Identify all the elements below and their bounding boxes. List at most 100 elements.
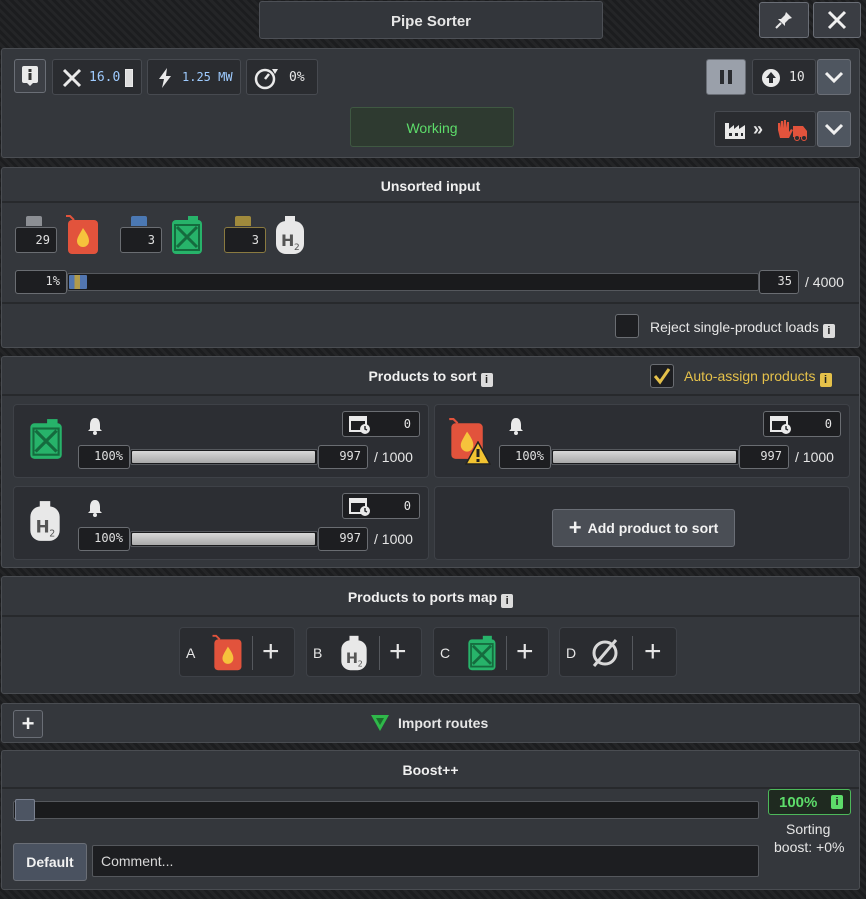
status-indicator: Working <box>350 107 514 147</box>
workers-value: 16.0 <box>89 70 121 85</box>
plus-icon[interactable]: + <box>262 636 280 668</box>
bell-icon[interactable] <box>86 416 104 436</box>
close-button[interactable] <box>813 2 861 38</box>
title-bar: Pipe Sorter <box>259 1 603 39</box>
green-can-icon <box>468 635 496 671</box>
product-card[interactable]: 0 100% 997 / 1000 <box>434 404 850 478</box>
product-capacity: / 1000 <box>374 449 413 465</box>
unsorted-fill-bar <box>67 273 759 291</box>
slot-tab-icon <box>235 216 251 226</box>
gauge-icon <box>254 68 278 90</box>
import-routes-label: Import routes <box>398 715 489 731</box>
schedule-counter[interactable]: 0 <box>342 411 420 437</box>
svg-text:H: H <box>281 231 294 250</box>
diesel-can-icon <box>212 634 242 671</box>
double-chevron-icon: » <box>753 119 764 139</box>
add-product-label: Add product to sort <box>587 520 719 536</box>
hydrogen-can-icon: H2 <box>276 216 304 254</box>
workers-bar <box>125 69 133 87</box>
sorting-label: Sorting <box>786 821 831 837</box>
green-can-icon <box>30 419 62 459</box>
pin-button[interactable] <box>759 2 809 38</box>
info-icon[interactable]: i <box>831 795 843 809</box>
svg-text:H: H <box>346 651 358 667</box>
checkmark-icon <box>653 368 671 385</box>
unsorted-fill <box>69 275 87 289</box>
reject-single-label: Reject single-product loads i <box>650 319 835 338</box>
efficiency-stat[interactable]: 0% <box>246 59 318 95</box>
auto-assign-checkbox[interactable] <box>650 364 674 388</box>
svg-text:H: H <box>36 517 50 537</box>
ports-title-text: Products to ports map <box>347 589 498 605</box>
schedule-value: 0 <box>824 417 832 431</box>
power-value: 1.25 MW <box>182 70 233 84</box>
product-fill <box>132 533 316 545</box>
port-slot-d[interactable]: D + <box>559 627 677 677</box>
info-icon[interactable]: i <box>480 373 493 387</box>
ports-panel: Products to ports map i A + B H2 + C + D … <box>1 576 860 694</box>
info-button[interactable] <box>14 59 46 93</box>
truck-stop-icon <box>778 120 807 141</box>
reject-single-checkbox[interactable] <box>615 314 639 338</box>
boost-title: Boost++ <box>402 762 459 778</box>
slot-tab-icon <box>131 216 147 226</box>
expand-routes-button[interactable]: + <box>13 710 43 738</box>
plus-icon[interactable]: + <box>644 636 662 668</box>
boost-slider-handle[interactable] <box>15 799 35 821</box>
unsorted-percent: 1% <box>15 270 67 294</box>
info-icon[interactable]: i <box>822 324 835 338</box>
reject-label-text: Reject single-product loads <box>650 319 819 335</box>
calendar-clock-icon <box>349 416 370 434</box>
warning-icon <box>465 441 491 465</box>
products-panel: Products to sort i Auto-assign products i … <box>1 356 860 568</box>
product-card[interactable]: 0 100% 997 / 1000 <box>13 404 429 478</box>
product-fill-bar <box>130 449 318 465</box>
close-icon <box>827 10 847 30</box>
boost-value-badge: 100% i <box>768 789 851 815</box>
schedule-counter[interactable]: 0 <box>763 411 841 437</box>
unsorted-input-panel: Unsorted input 29 3 3 H2 1% 35 / 4000 Re… <box>1 167 860 348</box>
port-slot-b[interactable]: B H2 + <box>306 627 422 677</box>
comment-input[interactable] <box>92 845 759 877</box>
lightning-icon <box>159 68 171 88</box>
pause-button[interactable] <box>706 59 746 95</box>
info-icon[interactable]: i <box>819 373 832 387</box>
priority-dropdown-button[interactable] <box>817 59 851 95</box>
calendar-clock-icon <box>349 498 370 516</box>
logistics-control[interactable]: » <box>714 111 816 147</box>
plus-icon[interactable]: + <box>516 636 534 668</box>
power-stat[interactable]: 1.25 MW <box>147 59 241 95</box>
add-product-button[interactable]: + Add product to sort <box>552 509 735 547</box>
product-amount: 997 <box>318 527 368 551</box>
schedule-counter[interactable]: 0 <box>342 493 420 519</box>
default-button[interactable]: Default <box>13 843 87 881</box>
status-text: Working <box>406 120 458 136</box>
bell-icon[interactable] <box>507 416 525 436</box>
schedule-value: 0 <box>403 417 411 431</box>
product-amount: 997 <box>318 445 368 469</box>
stats-panel: 16.0 1.25 MW 0% 10 Working » <box>1 48 860 158</box>
boost-slider[interactable] <box>13 799 759 821</box>
logistics-dropdown-button[interactable] <box>817 111 851 147</box>
pause-icon <box>720 70 732 84</box>
info-icon[interactable]: i <box>501 594 514 608</box>
plus-icon[interactable]: + <box>389 636 407 668</box>
bell-icon[interactable] <box>86 498 104 518</box>
priority-control[interactable]: 10 <box>752 59 816 95</box>
chevron-down-icon <box>824 71 844 84</box>
auto-assign-label: Auto-assign products i <box>684 368 832 387</box>
unsorted-capacity: / 4000 <box>805 274 844 290</box>
workers-stat[interactable]: 16.0 <box>52 59 142 95</box>
product-card[interactable]: H2 0 100% 997 / 1000 <box>13 486 429 560</box>
port-slot-c[interactable]: C + <box>433 627 549 677</box>
add-product-card: + Add product to sort <box>434 486 850 560</box>
unsorted-count: 3 <box>224 227 266 253</box>
slot-tab-icon <box>26 216 42 226</box>
port-letter: D <box>566 645 577 661</box>
port-letter: C <box>440 645 451 661</box>
svg-text:2: 2 <box>294 243 300 253</box>
efficiency-value: 0% <box>289 70 305 85</box>
info-icon <box>22 66 38 86</box>
port-slot-a[interactable]: A + <box>179 627 295 677</box>
hydrogen-can-icon: H2 <box>341 635 367 671</box>
